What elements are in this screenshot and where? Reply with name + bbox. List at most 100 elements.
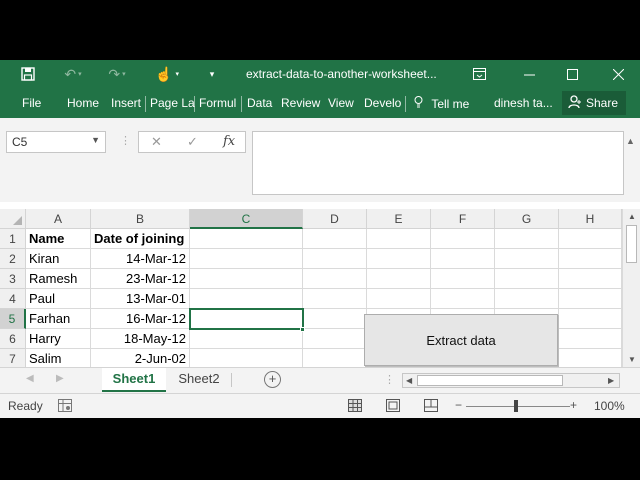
cell-e4[interactable] <box>367 289 431 309</box>
insert-function-icon[interactable]: fx <box>223 134 235 149</box>
cell-b6[interactable]: 18-May-12 <box>91 329 190 349</box>
extract-data-button[interactable]: Extract data <box>364 314 558 366</box>
cell-h7[interactable] <box>559 349 622 369</box>
cell-a5[interactable]: Farhan <box>26 309 91 329</box>
column-header-d[interactable]: D <box>303 209 367 229</box>
page-break-preview-icon[interactable] <box>424 399 438 412</box>
vertical-scrollbar[interactable]: ▲ ▼ <box>622 209 640 367</box>
cell-f4[interactable] <box>431 289 495 309</box>
zoom-slider[interactable] <box>466 406 570 407</box>
tab-page-layout[interactable]: Page La <box>150 96 195 110</box>
tab-developer[interactable]: Develo <box>364 96 401 110</box>
cell-c7[interactable] <box>190 349 303 369</box>
ribbon-display-options-icon[interactable] <box>470 60 488 88</box>
cell-e1[interactable] <box>367 229 431 249</box>
cell-e3[interactable] <box>367 269 431 289</box>
cell-g1[interactable] <box>495 229 559 249</box>
undo-icon[interactable]: ↶ ▾ <box>60 60 86 88</box>
cell-d7[interactable] <box>303 349 367 369</box>
previous-sheet-icon[interactable]: ◀ <box>26 373 34 384</box>
cell-h4[interactable] <box>559 289 622 309</box>
cell-h2[interactable] <box>559 249 622 269</box>
formula-input[interactable] <box>252 131 624 195</box>
next-sheet-icon[interactable]: ▶ <box>56 373 64 384</box>
cell-h6[interactable] <box>559 329 622 349</box>
cell-f1[interactable] <box>431 229 495 249</box>
cell-g2[interactable] <box>495 249 559 269</box>
zoom-level[interactable]: 100% <box>594 399 625 413</box>
vertical-scroll-thumb[interactable] <box>626 225 637 263</box>
tell-me-search[interactable]: Tell me <box>414 96 469 111</box>
column-header-b[interactable]: B <box>91 209 190 229</box>
cell-h5[interactable] <box>559 309 622 329</box>
active-cell-c5[interactable] <box>189 308 304 330</box>
redo-icon[interactable]: ↷ ▾ <box>104 60 130 88</box>
row-header[interactable]: 7 <box>0 349 26 369</box>
cell-g4[interactable] <box>495 289 559 309</box>
column-header-f[interactable]: F <box>431 209 495 229</box>
horizontal-scrollbar[interactable]: ◀ ▶ <box>402 373 620 388</box>
row-header[interactable]: 2 <box>0 249 26 269</box>
tab-file[interactable]: File <box>22 96 41 110</box>
column-header-a[interactable]: A <box>26 209 91 229</box>
cell-a4[interactable]: Paul <box>26 289 91 309</box>
scroll-down-icon[interactable]: ▼ <box>628 355 636 364</box>
cell-d2[interactable] <box>303 249 367 269</box>
cell-f3[interactable] <box>431 269 495 289</box>
macro-recording-icon[interactable] <box>58 399 72 415</box>
column-header-g[interactable]: G <box>495 209 559 229</box>
enter-icon[interactable]: ✓ <box>187 134 198 150</box>
cancel-icon[interactable]: ✕ <box>151 134 162 150</box>
page-layout-view-icon[interactable] <box>386 399 400 412</box>
save-icon[interactable] <box>18 60 38 88</box>
minimize-icon[interactable] <box>520 60 538 88</box>
tab-view[interactable]: View <box>328 96 354 110</box>
scroll-up-icon[interactable]: ▲ <box>628 212 636 221</box>
share-button[interactable]: Share <box>562 91 626 115</box>
horizontal-scroll-thumb[interactable] <box>417 375 563 386</box>
close-icon[interactable] <box>609 60 627 88</box>
chevron-down-icon[interactable]: ▼ <box>91 135 100 145</box>
sheet-tab-sheet1[interactable]: Sheet1 <box>102 368 166 392</box>
cell-d5[interactable] <box>303 309 367 329</box>
cell-d4[interactable] <box>303 289 367 309</box>
touch-mode-icon[interactable]: ☝ ▾ <box>152 60 182 88</box>
cell-b2[interactable]: 14-Mar-12 <box>91 249 190 269</box>
cell-b3[interactable]: 23-Mar-12 <box>91 269 190 289</box>
zoom-in-icon[interactable]: + <box>570 398 577 412</box>
cell-c4[interactable] <box>190 289 303 309</box>
cell-g3[interactable] <box>495 269 559 289</box>
cell-d1[interactable] <box>303 229 367 249</box>
cell-b5[interactable]: 16-Mar-12 <box>91 309 190 329</box>
scroll-left-icon[interactable]: ◀ <box>406 376 412 385</box>
tab-review[interactable]: Review <box>281 96 320 110</box>
select-all-corner[interactable] <box>0 209 26 229</box>
cell-b7[interactable]: 2-Jun-02 <box>91 349 190 369</box>
row-header-selected[interactable]: 5 <box>0 309 26 329</box>
column-header-c[interactable]: C <box>190 209 303 229</box>
normal-view-icon[interactable] <box>348 399 362 412</box>
column-header-h[interactable]: H <box>559 209 622 229</box>
zoom-out-icon[interactable]: − <box>455 398 462 412</box>
row-header[interactable]: 4 <box>0 289 26 309</box>
add-sheet-icon[interactable]: + <box>264 371 281 388</box>
tab-data[interactable]: Data <box>247 96 272 110</box>
cell-d3[interactable] <box>303 269 367 289</box>
row-header[interactable]: 6 <box>0 329 26 349</box>
cell-a7[interactable]: Salim <box>26 349 91 369</box>
cell-c3[interactable] <box>190 269 303 289</box>
cell-a1[interactable]: Name <box>26 229 91 249</box>
tab-home[interactable]: Home <box>67 96 99 110</box>
cell-f2[interactable] <box>431 249 495 269</box>
row-header[interactable]: 1 <box>0 229 26 249</box>
tab-insert[interactable]: Insert <box>111 96 141 110</box>
column-header-e[interactable]: E <box>367 209 431 229</box>
scroll-right-icon[interactable]: ▶ <box>608 376 614 385</box>
user-name[interactable]: dinesh ta... <box>494 96 553 110</box>
cell-a3[interactable]: Ramesh <box>26 269 91 289</box>
cell-e2[interactable] <box>367 249 431 269</box>
cell-h1[interactable] <box>559 229 622 249</box>
zoom-slider-thumb[interactable] <box>514 400 518 412</box>
customize-qat-icon[interactable]: ▾ <box>204 60 220 88</box>
name-box[interactable]: C5 ▼ <box>6 131 106 153</box>
